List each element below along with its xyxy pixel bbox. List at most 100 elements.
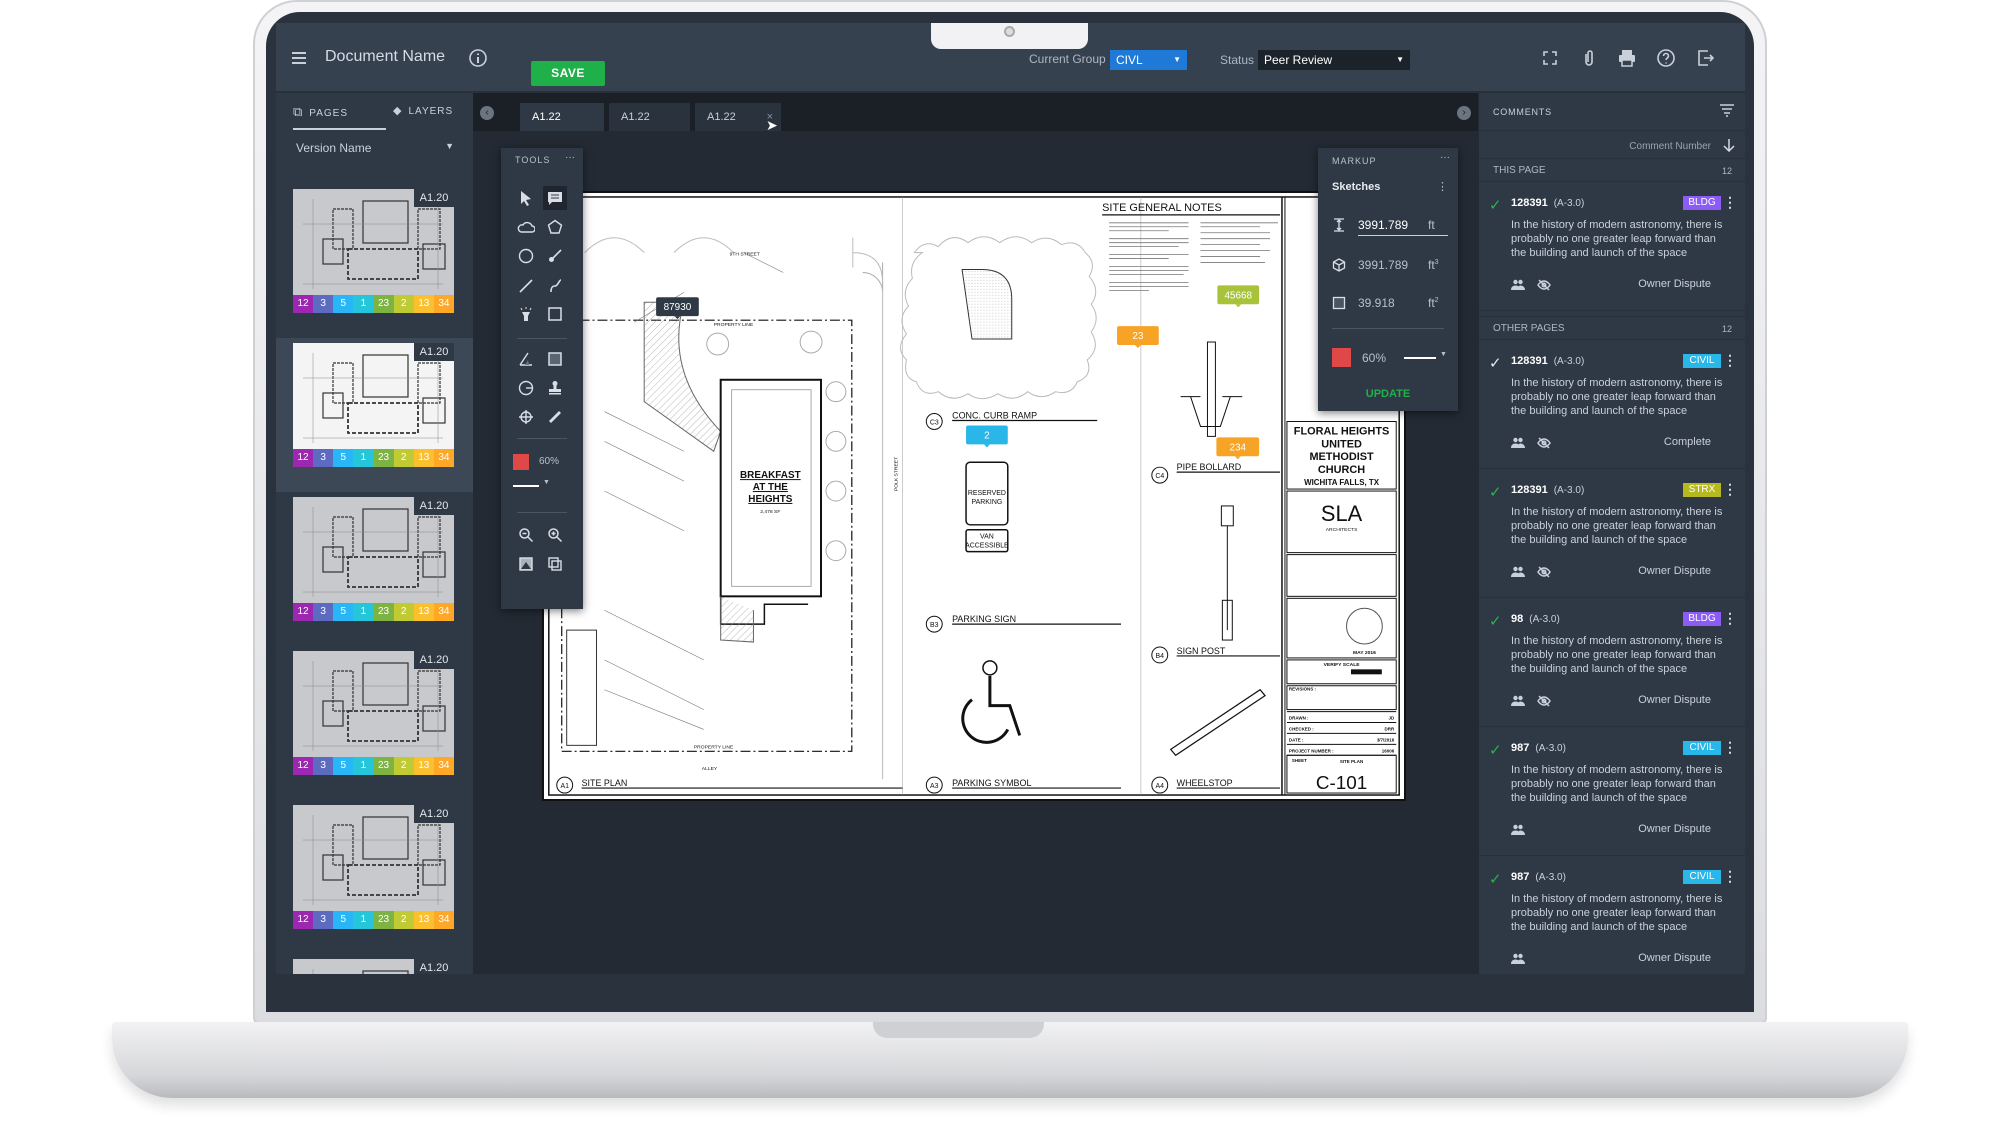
- resolved-check-icon[interactable]: ✓: [1489, 196, 1502, 214]
- line-tool-icon[interactable]: [514, 274, 538, 298]
- export-icon[interactable]: [1694, 47, 1716, 69]
- status-select[interactable]: Peer Review ▼: [1258, 50, 1410, 70]
- chevron-down-icon[interactable]: ▼: [543, 479, 550, 486]
- circle-tool-icon[interactable]: [514, 244, 538, 268]
- help-icon[interactable]: [1655, 47, 1677, 69]
- resolved-check-icon[interactable]: ✓: [1489, 741, 1502, 759]
- radius-tool-icon[interactable]: [514, 376, 538, 400]
- comment-tool-icon[interactable]: [543, 186, 567, 210]
- filter-icon[interactable]: [1719, 103, 1735, 122]
- group-users-icon[interactable]: [1511, 278, 1525, 296]
- page-thumbnail[interactable]: A1.20 123512321334: [276, 646, 473, 800]
- rectangle-tool-icon[interactable]: [543, 302, 567, 326]
- comment-card[interactable]: ✓ 987 (A-3.0) CIVIL ⋮ In the history of m…: [1479, 727, 1745, 856]
- markup-more-icon[interactable]: ···: [1440, 152, 1450, 163]
- hidden-eye-icon[interactable]: [1537, 565, 1551, 583]
- more-options-icon[interactable]: ⋮: [1723, 194, 1737, 211]
- comment-card[interactable]: ✓ 128391 (A-3.0) STRX ⋮ In the history of…: [1479, 469, 1745, 598]
- ruler-tool-icon[interactable]: [543, 405, 567, 429]
- crosshair-tool-icon[interactable]: [514, 405, 538, 429]
- more-options-icon[interactable]: ⋮: [1723, 868, 1737, 885]
- attachment-icon[interactable]: [1578, 47, 1600, 69]
- group-users-icon[interactable]: [1511, 565, 1525, 583]
- comment-status[interactable]: Owner Dispute: [1638, 694, 1711, 706]
- more-options-icon[interactable]: ⋮: [1723, 481, 1737, 498]
- more-options-icon[interactable]: ⋮: [1723, 352, 1737, 369]
- angle-tool-icon[interactable]: [514, 347, 538, 371]
- comment-status[interactable]: Owner Dispute: [1638, 565, 1711, 577]
- stamp-tool-icon[interactable]: [543, 376, 567, 400]
- sort-descending-icon[interactable]: [1723, 138, 1735, 157]
- markup-marker[interactable]: 87930: [656, 297, 699, 320]
- doc-tab[interactable]: A1.22: [520, 103, 604, 131]
- group-users-icon[interactable]: [1511, 823, 1525, 841]
- version-select[interactable]: Version Name ▼: [296, 141, 454, 155]
- group-users-icon[interactable]: [1511, 694, 1525, 712]
- select-tool-icon[interactable]: [514, 186, 538, 210]
- more-options-icon[interactable]: ⋮: [1723, 739, 1737, 756]
- comment-status[interactable]: Owner Dispute: [1638, 823, 1711, 835]
- zoom-out-icon[interactable]: [514, 523, 538, 547]
- tab-pages[interactable]: ⧉ PAGES: [293, 93, 386, 130]
- update-button[interactable]: UPDATE: [1318, 388, 1458, 400]
- image-icon[interactable]: [514, 552, 538, 576]
- page-thumbnail[interactable]: A1.20 123512321334: [276, 800, 473, 954]
- sort-by-select[interactable]: Comment Number: [1629, 141, 1711, 152]
- resolved-check-icon[interactable]: ✓: [1489, 870, 1502, 888]
- hidden-eye-icon[interactable]: [1537, 694, 1551, 712]
- comment-card[interactable]: ✓ 98 (A-3.0) BLDG ⋮ In the history of mod…: [1479, 598, 1745, 727]
- tabs-scroll-left-icon[interactable]: ‹: [480, 106, 494, 120]
- resolved-check-icon[interactable]: ✓: [1489, 483, 1502, 501]
- page-thumbnail[interactable]: A1.20 123512321334: [276, 184, 473, 338]
- tabs-scroll-right-icon[interactable]: ›: [1457, 106, 1471, 120]
- more-options-icon[interactable]: ⋮: [1723, 610, 1737, 627]
- menu-icon[interactable]: [288, 47, 310, 69]
- length-field[interactable]: 3991.789 ft: [1332, 218, 1448, 238]
- tools-more-icon[interactable]: ···: [565, 152, 575, 163]
- opacity-value[interactable]: 60%: [1362, 351, 1386, 365]
- zoom-in-icon[interactable]: [543, 523, 567, 547]
- line-style-preview[interactable]: [1404, 357, 1436, 359]
- chevron-down-icon[interactable]: ▼: [1440, 351, 1447, 358]
- save-button[interactable]: SAVE: [531, 61, 605, 86]
- resolved-check-icon[interactable]: ✓: [1489, 612, 1502, 630]
- highlighter-tool-icon[interactable]: [514, 302, 538, 326]
- page-thumbnail[interactable]: A1.20 123512321334: [276, 492, 473, 646]
- markup-marker[interactable]: 234: [1216, 437, 1260, 460]
- comment-status[interactable]: Owner Dispute: [1638, 278, 1711, 290]
- fullscreen-icon[interactable]: [1539, 47, 1561, 69]
- hidden-eye-icon[interactable]: [1537, 436, 1551, 454]
- color-swatch[interactable]: [1332, 348, 1351, 367]
- resolved-check-icon[interactable]: ✓: [1489, 354, 1502, 372]
- brush-tool-icon[interactable]: [543, 244, 567, 268]
- document-name[interactable]: Document Name: [325, 48, 445, 66]
- page-thumbnail[interactable]: A1.20 123512321334: [276, 338, 473, 492]
- hidden-eye-icon[interactable]: [1537, 278, 1551, 296]
- tab-layers[interactable]: ◆ LAYERS: [393, 93, 473, 130]
- overlay-icon[interactable]: [543, 552, 567, 576]
- comment-card[interactable]: ✓ 128391 (A-3.0) CIVIL ⋮ In the history o…: [1479, 340, 1745, 469]
- comment-card[interactable]: ✓ 987 (A-3.0) CIVIL ⋮ In the history of m…: [1479, 856, 1745, 974]
- comment-status[interactable]: Complete: [1664, 436, 1711, 448]
- color-swatch[interactable]: [513, 454, 529, 470]
- doc-tab[interactable]: A1.22: [609, 103, 690, 131]
- group-users-icon[interactable]: [1511, 436, 1525, 454]
- drawing-sheet[interactable]: SITE GENERAL NOTES BREAKFAST AT THE HEIG…: [542, 191, 1406, 801]
- page-thumbnail[interactable]: A1.20 123512321334: [276, 954, 473, 974]
- group-users-icon[interactable]: [1511, 952, 1525, 970]
- comment-status[interactable]: Owner Dispute: [1638, 952, 1711, 964]
- polygon-tool-icon[interactable]: [543, 215, 567, 239]
- area-tool-icon[interactable]: [543, 347, 567, 371]
- cloud-tool-icon[interactable]: [514, 215, 538, 239]
- current-group-select[interactable]: CIVL ▼: [1110, 50, 1187, 70]
- group-more-icon[interactable]: ⋮: [1437, 180, 1448, 193]
- markup-marker[interactable]: 2: [966, 425, 1008, 448]
- print-icon[interactable]: [1616, 47, 1638, 69]
- curve-tool-icon[interactable]: [543, 274, 567, 298]
- markup-marker[interactable]: 45668: [1217, 285, 1260, 308]
- info-icon[interactable]: [467, 47, 489, 69]
- line-style-preview[interactable]: [513, 485, 539, 487]
- comment-card[interactable]: ✓ 128391 (A-3.0) BLDG ⋮ In the history of…: [1479, 182, 1745, 311]
- markup-marker[interactable]: 23: [1117, 326, 1159, 348]
- opacity-value[interactable]: 60%: [539, 456, 559, 467]
